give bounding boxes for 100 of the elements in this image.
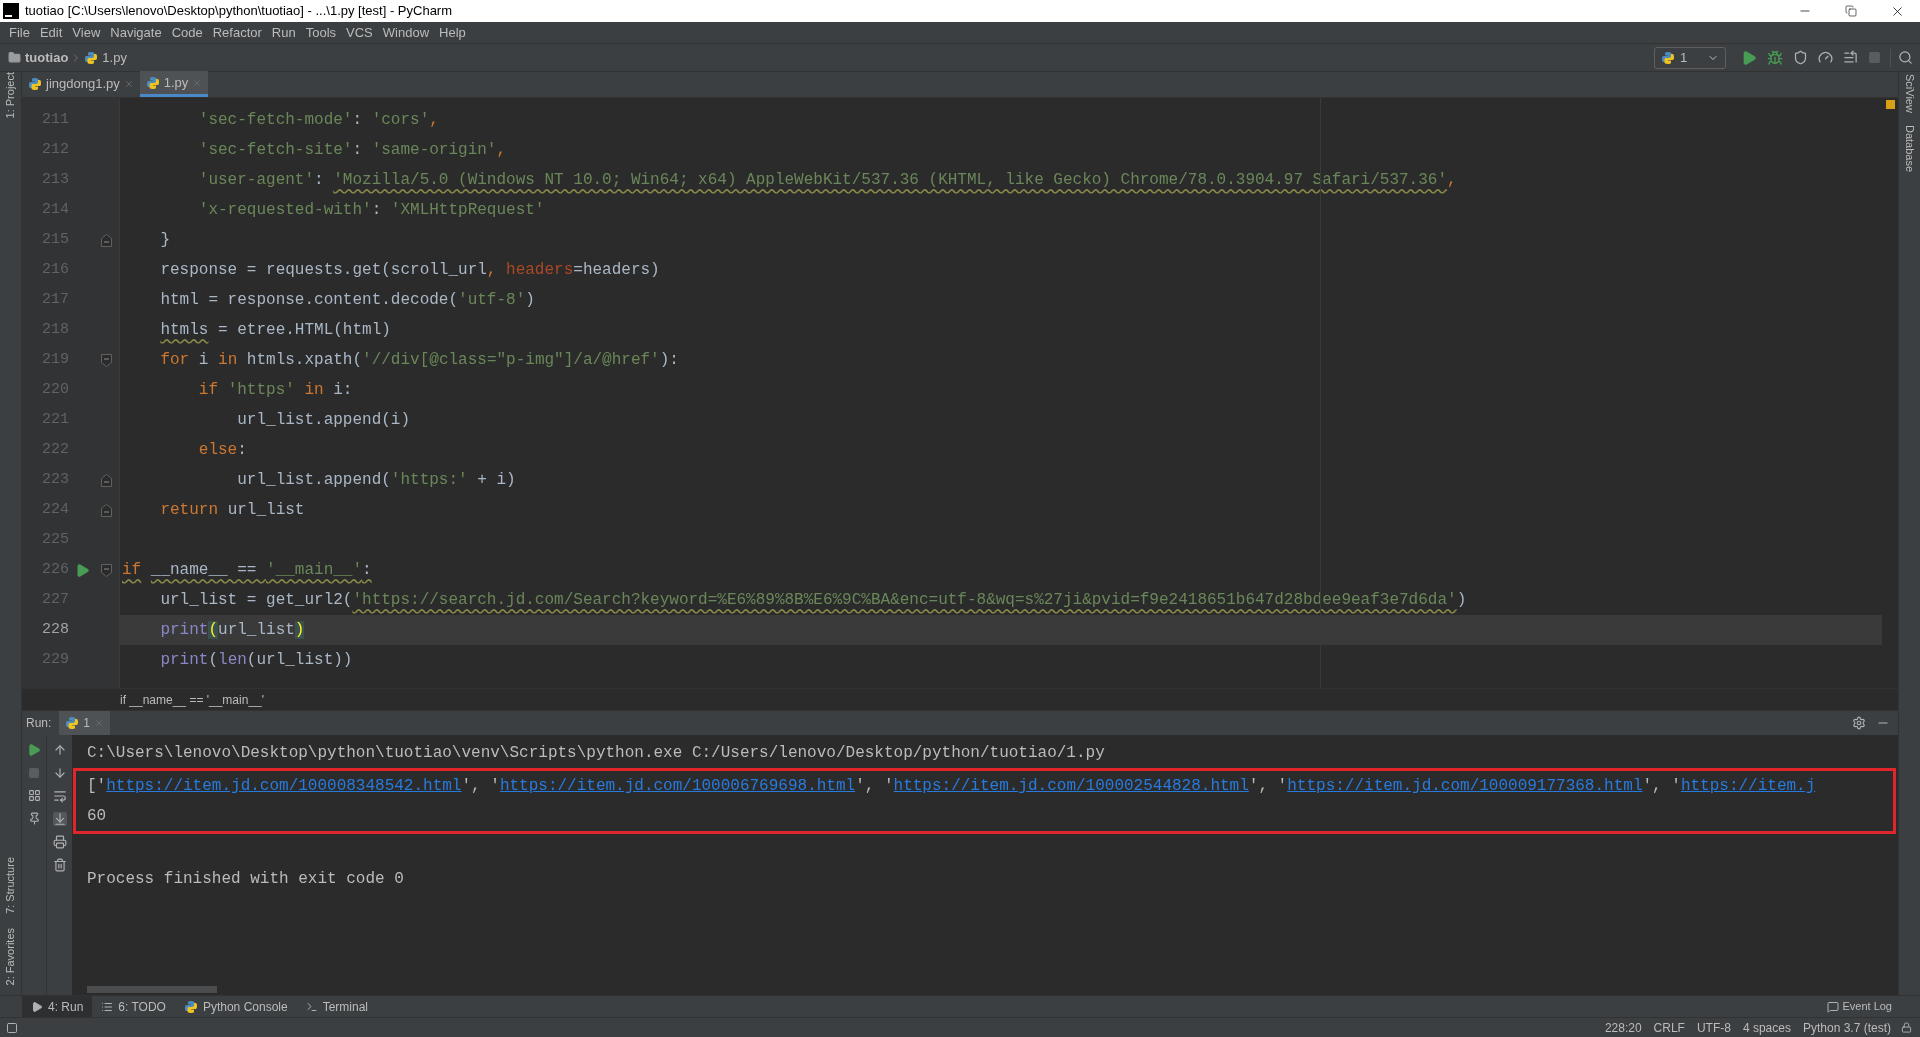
print-icon[interactable] bbox=[52, 835, 67, 849]
code-line: for i in htmls.xpath('//div[@class="p-img"]/a/@href'): bbox=[159, 350, 679, 371]
tool-window-tab[interactable]: SciView bbox=[1897, 74, 1920, 113]
status-item[interactable]: 4 spaces bbox=[1736, 1018, 1797, 1037]
console-line: ['https://item.jd.com/100008348542.html', 'https://item.jd.com/100006769698.html', 'https://item.jd.com/100002544828.html', 'https://item.jd.com/100009177368.html', 'https://item.j bbox=[87, 776, 1817, 797]
menu-item[interactable]: VCS bbox=[341, 22, 378, 43]
warning-indicator-icon[interactable] bbox=[1885, 100, 1895, 109]
fold-icon[interactable] bbox=[100, 563, 112, 577]
breadcrumb-item[interactable]: tuotiao bbox=[25, 47, 69, 68]
code-line: if __name__ == '__main__': bbox=[121, 560, 372, 581]
settings-icon[interactable] bbox=[1852, 716, 1866, 730]
tool-window-tab[interactable]: 7: Structure bbox=[0, 856, 23, 914]
tool-window-tab[interactable]: 1: Project bbox=[0, 72, 23, 119]
run-tab[interactable]: 1 bbox=[59, 710, 111, 736]
code-breadcrumb[interactable]: if __name__ == '__main__' bbox=[120, 690, 265, 709]
fold-icon[interactable] bbox=[100, 503, 112, 517]
line-number: 228 bbox=[42, 620, 69, 638]
trash-icon[interactable] bbox=[52, 858, 67, 872]
rerun-icon[interactable] bbox=[27, 743, 41, 757]
code-line: 'x-requested-with': 'XMLHttpRequest' bbox=[197, 200, 545, 221]
lock-icon[interactable] bbox=[1901, 1022, 1912, 1033]
code-line: return url_list bbox=[159, 500, 305, 521]
code-line: html = response.content.decode('utf-8') bbox=[159, 290, 535, 311]
menu-item[interactable]: Window bbox=[377, 22, 435, 43]
code-line: response = requests.get(scroll_url, headers=headers) bbox=[159, 260, 660, 281]
code-line: url_list = get_url2('https://search.jd.com/Search?keyword=%E6%89%8B%E6%9C%BA&enc=utf-8&wq=s%27ji&pvid=f9e2418651b647d28bdee9eaf3e7d6da') bbox=[159, 590, 1467, 611]
fold-icon[interactable] bbox=[100, 233, 112, 247]
tool-window-button[interactable]: 6: TODO bbox=[92, 995, 175, 1018]
console-line: C:\Users\lenovo\Desktop\python\tuotiao\venv\Scripts\python.exe C:/Users/lenovo/Desktop/python/tuotiao/1.py bbox=[87, 743, 1106, 764]
console-link[interactable]: https://item.jd.com/100002544828.html bbox=[893, 777, 1249, 795]
run-gutter-icon[interactable] bbox=[74, 562, 90, 578]
run-config-dropdown[interactable]: 1 bbox=[1654, 46, 1726, 69]
profile-icon[interactable] bbox=[1818, 50, 1833, 65]
console-link[interactable]: https://item.jd.com/100008348542.html bbox=[106, 777, 462, 795]
status-item[interactable]: CRLF bbox=[1647, 1018, 1691, 1037]
menu-item[interactable]: Refactor bbox=[207, 22, 267, 43]
menu-item[interactable]: Help bbox=[434, 22, 471, 43]
tool-window-tab[interactable]: 2: Favorites bbox=[0, 927, 23, 985]
code-line: else: bbox=[197, 440, 247, 461]
terminal-icon bbox=[305, 1000, 318, 1013]
menu-item[interactable]: View bbox=[67, 22, 106, 43]
code-line: } bbox=[159, 230, 170, 251]
layout-icon[interactable] bbox=[27, 789, 41, 802]
menu-item[interactable]: Code bbox=[166, 22, 208, 43]
panel-toggle-icon[interactable] bbox=[6, 1021, 18, 1034]
menu-item[interactable]: Tools bbox=[300, 22, 342, 43]
folder-icon bbox=[8, 51, 21, 64]
run-icon[interactable] bbox=[1741, 49, 1757, 66]
app-logo-icon bbox=[3, 3, 19, 19]
tool-window-button[interactable]: 4: Run bbox=[22, 995, 93, 1018]
python-icon bbox=[1661, 50, 1675, 65]
restore-icon[interactable] bbox=[1845, 5, 1857, 17]
editor-tab[interactable]: 1.py bbox=[139, 71, 209, 97]
python-icon bbox=[65, 716, 80, 730]
scroll-to-end-icon[interactable] bbox=[52, 812, 67, 826]
status-item[interactable]: UTF-8 bbox=[1690, 1018, 1737, 1037]
status-item[interactable]: 228:20 bbox=[1598, 1018, 1648, 1037]
soft-wrap-icon[interactable] bbox=[52, 789, 67, 803]
up-arrow-icon[interactable] bbox=[52, 743, 67, 757]
scrollbar-thumb[interactable] bbox=[87, 986, 217, 993]
editor-tab[interactable]: jingdong1.py bbox=[22, 71, 140, 97]
event-log-icon[interactable] bbox=[1827, 1000, 1840, 1013]
code-line: 'sec-fetch-mode': 'cors', bbox=[197, 110, 439, 131]
fold-icon[interactable] bbox=[100, 473, 112, 487]
menu-item[interactable]: File bbox=[4, 22, 35, 43]
console-link[interactable]: https://item.jd.com/100006769698.html bbox=[499, 777, 856, 795]
code-line: 'sec-fetch-site': 'same-origin', bbox=[197, 140, 507, 161]
run-panel-label: Run: bbox=[26, 715, 52, 732]
code-line: if 'https' in i: bbox=[197, 380, 353, 401]
tool-window-tab[interactable]: Database bbox=[1897, 124, 1920, 173]
status-item[interactable]: Python 3.7 (test) bbox=[1796, 1018, 1897, 1037]
code-line: print(len(url_list)) bbox=[159, 650, 353, 671]
pin-icon[interactable] bbox=[27, 812, 41, 825]
code-line: htmls = etree.HTML(html) bbox=[159, 320, 391, 341]
python-file-icon bbox=[145, 75, 160, 90]
concurrency-icon[interactable] bbox=[1843, 50, 1858, 65]
list-icon bbox=[101, 1000, 114, 1013]
console-link[interactable]: https://item.j bbox=[1680, 777, 1816, 795]
tool-window-button[interactable]: Terminal bbox=[296, 995, 378, 1018]
menu-item[interactable]: Run bbox=[266, 22, 301, 43]
down-arrow-icon[interactable] bbox=[52, 766, 67, 780]
debug-icon[interactable] bbox=[1767, 49, 1783, 66]
breadcrumb-item[interactable]: 1.py bbox=[102, 47, 127, 68]
search-icon[interactable] bbox=[1898, 50, 1913, 65]
menu-item[interactable]: Edit bbox=[34, 22, 68, 43]
code-line: url_list.append(i) bbox=[236, 410, 411, 431]
code-line: url_list.append('https:' + i) bbox=[236, 470, 516, 491]
code-line: print(url_list) bbox=[159, 620, 305, 641]
console-line: 60 bbox=[87, 806, 108, 827]
console-line: Process finished with exit code 0 bbox=[87, 869, 405, 890]
fold-icon[interactable] bbox=[100, 353, 112, 367]
tool-window-button[interactable]: Python Console bbox=[174, 995, 297, 1018]
code-line: 'user-agent': 'Mozilla/5.0 (Windows NT 10.0; Win64; x64) AppleWebKit/537.36 (KHTML, like Gecko) Chrome/78.0.3904.97 Safari/537.36', bbox=[197, 170, 1457, 191]
python-file-icon bbox=[84, 50, 99, 65]
coverage-icon[interactable] bbox=[1793, 50, 1808, 65]
menu-item[interactable]: Navigate bbox=[105, 22, 167, 43]
console-link[interactable]: https://item.jd.com/100009177368.html bbox=[1287, 777, 1643, 795]
python-icon bbox=[183, 999, 198, 1014]
event-log-link[interactable]: Event Log bbox=[1842, 998, 1892, 1015]
run-icon bbox=[31, 1000, 43, 1013]
